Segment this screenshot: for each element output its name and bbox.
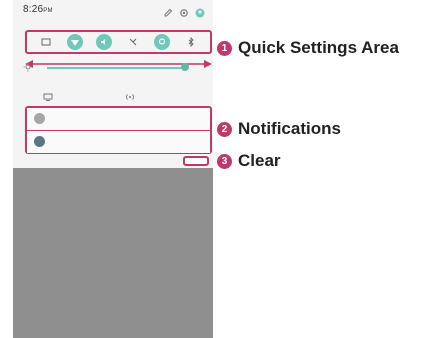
status-bar: 8:26PM: [13, 0, 213, 26]
sound-icon: [100, 39, 105, 45]
screen-cast-icon: [41, 38, 51, 46]
quick-settings-area: [25, 30, 212, 54]
phone-screen: 8:26PM: [13, 0, 213, 338]
notification-app-icon: [34, 136, 45, 147]
brightness-slider[interactable]: [47, 67, 183, 69]
edit-icon[interactable]: [163, 8, 173, 18]
clear-button[interactable]: [183, 156, 209, 166]
callout-label: Notifications: [238, 119, 341, 138]
notification-item[interactable]: [27, 108, 210, 131]
brightness-control: [23, 60, 211, 76]
notification-item[interactable]: [27, 131, 210, 153]
callout-number: 1: [217, 40, 232, 56]
tile-sound[interactable]: [95, 34, 112, 50]
callout-number: 3: [217, 153, 232, 169]
notification-shade: 8:26PM: [13, 0, 213, 156]
notifications-area: [25, 106, 212, 154]
tile-data[interactable]: [125, 34, 141, 50]
tile-bluetooth[interactable]: [183, 34, 199, 50]
settings-icon[interactable]: [179, 8, 189, 18]
location-icon: [159, 38, 166, 45]
tile-location[interactable]: [154, 34, 171, 50]
callout-label: Quick Settings Area: [238, 38, 399, 57]
callout-label: Clear: [238, 151, 281, 170]
tile-wifi[interactable]: [66, 34, 83, 50]
callout-number: 2: [217, 121, 232, 137]
callout-quick-settings: 1 Quick Settings Area: [217, 38, 399, 58]
brightness-slider-thumb[interactable]: [181, 63, 189, 71]
clock: 8:26PM: [23, 4, 53, 15]
hotspot-icon[interactable]: [125, 92, 135, 102]
notification-app-icon: [34, 113, 45, 124]
quick-settings-row2: [43, 92, 143, 102]
clock-time: 8:26: [23, 4, 44, 15]
brightness-icon: [23, 62, 33, 72]
callout-notifications: 2 Notifications: [217, 119, 341, 139]
quick-settings-tiles: [27, 32, 210, 52]
tile-screen-cast[interactable]: [38, 34, 54, 50]
account-icon[interactable]: [195, 8, 205, 18]
callout-clear: 3 Clear: [217, 151, 281, 171]
screen-share-icon[interactable]: [43, 92, 53, 102]
wifi-icon: [70, 40, 79, 46]
data-off-icon: [129, 38, 137, 46]
clock-ampm: PM: [43, 8, 53, 14]
status-icons: [163, 8, 205, 18]
bluetooth-icon: [189, 37, 194, 47]
